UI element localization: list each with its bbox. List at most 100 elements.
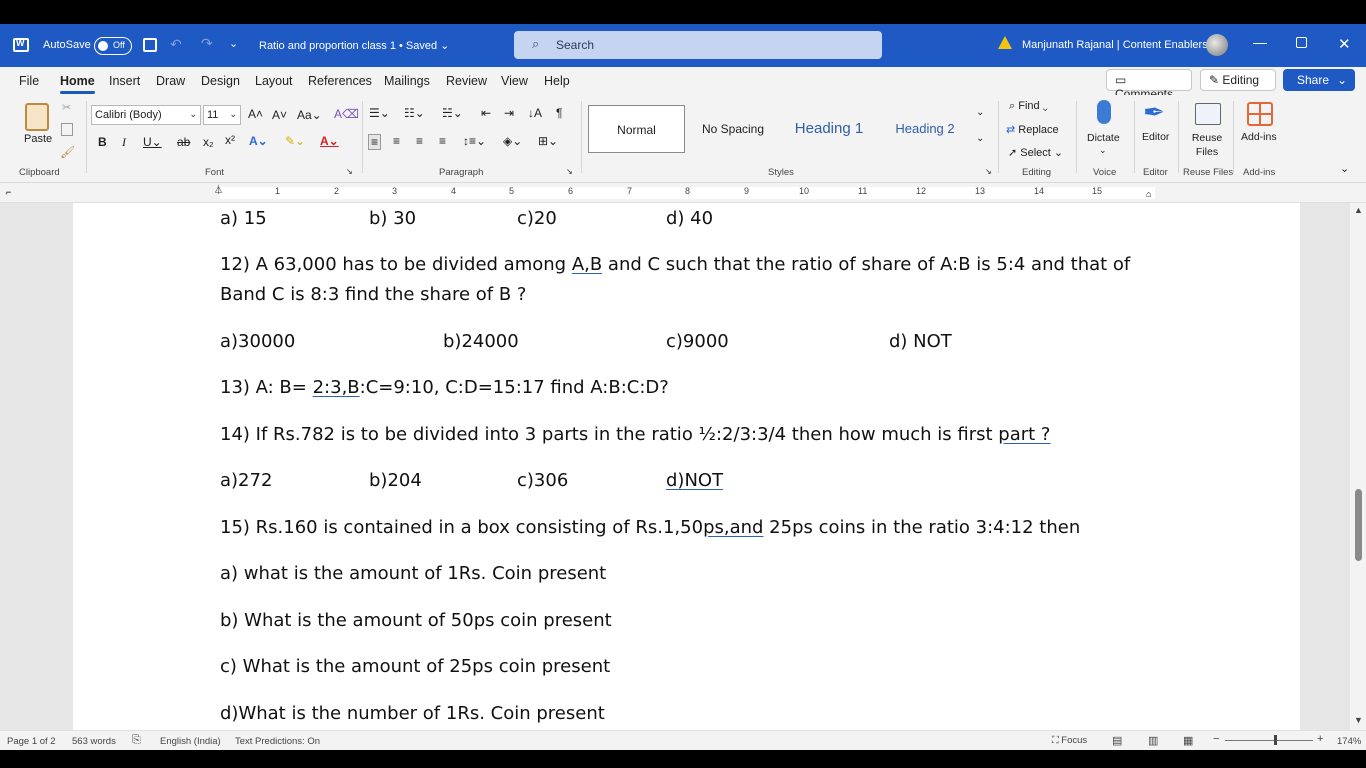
q14-line[interactable]: 14) If Rs.782 is to be divided into 3 pa…	[220, 424, 1050, 445]
tab-design[interactable]: Design	[201, 74, 240, 88]
align-left-icon[interactable]: ≡	[368, 134, 382, 150]
print-layout-icon[interactable]: ▥	[1148, 734, 1158, 747]
grow-font-icon[interactable]: A˄	[248, 107, 263, 121]
close-icon[interactable]: ✕	[1338, 35, 1351, 53]
q12-line-1[interactable]: 12) A 63,000 has to be divided among A,B…	[220, 254, 1130, 275]
reuse-files-label[interactable]: Reuse Files	[1191, 131, 1223, 159]
tab-view[interactable]: View	[501, 74, 528, 88]
text-effects-icon[interactable]: A⌄	[249, 134, 268, 148]
sort-icon[interactable]: ↓A	[528, 106, 542, 120]
language-status[interactable]: English (India)	[160, 736, 221, 747]
zoom-in-icon[interactable]: +	[1317, 733, 1323, 745]
zoom-out-icon[interactable]: −	[1213, 733, 1219, 745]
proofing-icon[interactable]: ⎘	[132, 734, 141, 747]
shrink-font-icon[interactable]: A˅	[272, 108, 287, 122]
shading-icon[interactable]: ◈⌄	[503, 134, 522, 148]
editor-label[interactable]: Editor	[1142, 131, 1169, 143]
superscript-icon[interactable]: x²	[225, 133, 235, 147]
undo-icon[interactable]: ↶	[170, 36, 182, 53]
document-page[interactable]	[73, 203, 1300, 730]
minimize-icon[interactable]: —	[1253, 34, 1267, 50]
tab-draw[interactable]: Draw	[156, 74, 185, 88]
copy-icon[interactable]	[61, 123, 73, 136]
document-canvas[interactable]: a) 15 b) 30 c)20 d) 40 12) A 63,000 has …	[0, 203, 1366, 730]
styles-dialog-launcher-icon[interactable]: ↘	[985, 167, 992, 176]
scrollbar-thumb[interactable]	[1355, 489, 1362, 561]
tab-references[interactable]: References	[308, 74, 372, 88]
read-mode-icon[interactable]: ▤	[1112, 734, 1122, 747]
find-button[interactable]: ⌕ Find ⌄	[1009, 100, 1048, 113]
zoom-slider-track[interactable]	[1225, 740, 1313, 741]
focus-button[interactable]: ⛶ Focus	[1052, 735, 1087, 746]
reuse-files-icon[interactable]	[1195, 103, 1221, 125]
q15-sub-c[interactable]: c) What is the amount of 25ps coin prese…	[220, 656, 610, 677]
q15-sub-b[interactable]: b) What is the amount of 50ps coin prese…	[220, 610, 612, 631]
editor-pen-icon[interactable]: ✒	[1143, 97, 1165, 128]
text-predictions-status[interactable]: Text Predictions: On	[235, 736, 320, 747]
tab-selector-icon[interactable]: ⌐	[6, 187, 11, 197]
addins-label[interactable]: Add-ins	[1241, 131, 1277, 143]
chevron-down-icon[interactable]: ⌄	[1099, 145, 1107, 156]
tab-review[interactable]: Review	[446, 74, 487, 88]
underline-icon[interactable]: U⌄	[143, 135, 162, 149]
share-button[interactable]: Share ⌄	[1283, 69, 1355, 91]
q12-line-2[interactable]: Band C is 8:3 find the share of B ?	[220, 284, 526, 305]
word-count[interactable]: 563 words	[72, 736, 116, 747]
clear-formatting-icon[interactable]: A⌫	[334, 107, 359, 121]
vertical-scrollbar[interactable]: ▲ ▼	[1350, 203, 1366, 730]
align-center-icon[interactable]: ≡	[393, 134, 400, 148]
editing-mode-button[interactable]: ✎ Editing ⌄	[1200, 69, 1276, 101]
decrease-indent-icon[interactable]: ⇤	[481, 106, 491, 120]
styles-scroll-up-icon[interactable]: ⌄	[976, 107, 984, 118]
line-spacing-icon[interactable]: ↕≡⌄	[463, 134, 486, 148]
font-name-combo[interactable]: Calibri (Body) ⌄	[91, 105, 201, 125]
style-heading-1[interactable]: Heading 1	[783, 105, 875, 153]
format-painter-icon[interactable]: 🖌	[60, 145, 75, 159]
q15-sub-d[interactable]: d)What is the number of 1Rs. Coin presen…	[220, 703, 605, 724]
increase-indent-icon[interactable]: ⇥	[504, 106, 514, 120]
paste-label[interactable]: Paste	[24, 133, 52, 145]
horizontal-ruler[interactable]: ⌐ ⏃ ⌂ 1 2 3 4 5 6 7 8 9 10 11 12 13 14 1…	[0, 183, 1366, 203]
scroll-down-icon[interactable]: ▼	[1354, 715, 1363, 725]
tab-file[interactable]: File	[19, 74, 39, 88]
style-no-spacing[interactable]: No Spacing	[690, 105, 776, 153]
tab-help[interactable]: Help	[544, 74, 570, 88]
autosave-toggle[interactable]: Off	[94, 37, 132, 55]
right-indent-marker-icon[interactable]: ⌂	[1146, 189, 1151, 199]
styles-more-icon[interactable]: ⌄	[976, 133, 984, 144]
restore-icon[interactable]	[1296, 37, 1307, 48]
borders-icon[interactable]: ⊞⌄	[538, 134, 558, 148]
redo-icon[interactable]: ↷	[201, 35, 213, 52]
strikethrough-icon[interactable]: ab	[177, 135, 190, 149]
tab-insert[interactable]: Insert	[109, 74, 140, 88]
font-dialog-launcher-icon[interactable]: ↘	[346, 167, 353, 176]
dictate-label[interactable]: Dictate	[1087, 132, 1120, 144]
italic-icon[interactable]: I	[122, 135, 126, 150]
comments-button[interactable]: ▭ Comments	[1106, 69, 1192, 101]
tab-layout[interactable]: Layout	[255, 74, 293, 88]
document-title[interactable]: Ratio and proportion class 1 • Saved ⌄	[259, 39, 449, 52]
bold-icon[interactable]: B	[98, 135, 107, 149]
justify-icon[interactable]: ≡	[439, 134, 446, 148]
tab-mailings[interactable]: Mailings	[384, 74, 430, 88]
paste-icon[interactable]	[25, 103, 49, 131]
align-right-icon[interactable]: ≡	[416, 134, 423, 148]
page-indicator[interactable]: Page 1 of 2	[7, 736, 56, 747]
zoom-level[interactable]: 174%	[1337, 736, 1361, 747]
tab-home[interactable]: Home	[60, 74, 95, 94]
replace-button[interactable]: ⇄ Replace	[1006, 123, 1059, 136]
subscript-icon[interactable]: x₂	[203, 135, 214, 149]
change-case-icon[interactable]: Aa⌄	[297, 108, 322, 122]
microphone-icon[interactable]	[1097, 100, 1111, 124]
q15-sub-a[interactable]: a) what is the amount of 1Rs. Coin prese…	[220, 563, 606, 584]
addins-icon[interactable]	[1247, 102, 1273, 126]
pilcrow-icon[interactable]: ¶	[556, 106, 562, 120]
zoom-slider-thumb[interactable]	[1274, 735, 1277, 745]
style-normal[interactable]: Normal	[588, 105, 685, 153]
search-box[interactable]: ⌕ Search	[514, 31, 882, 59]
avatar[interactable]	[1206, 34, 1228, 56]
web-layout-icon[interactable]: ▦	[1183, 734, 1193, 747]
scroll-up-icon[interactable]: ▲	[1354, 205, 1363, 215]
indent-marker-icon[interactable]: ⏃	[214, 183, 223, 196]
warning-icon[interactable]	[998, 36, 1012, 49]
